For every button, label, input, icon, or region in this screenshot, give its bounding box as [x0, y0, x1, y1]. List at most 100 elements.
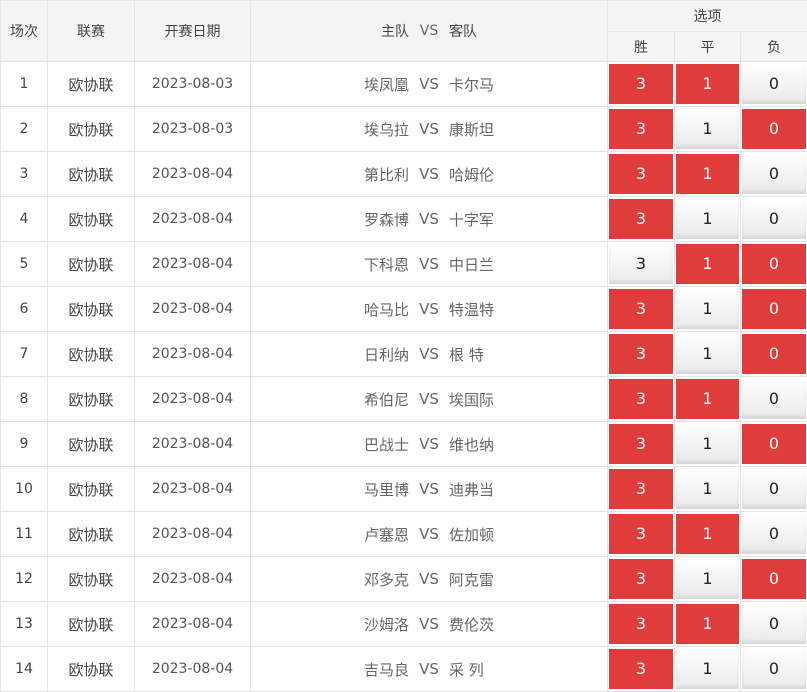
- draw-option-button[interactable]: 1: [676, 559, 739, 599]
- league-name: 欧协联: [48, 242, 135, 287]
- lose-cell: 0: [741, 197, 807, 242]
- match-date: 2023-08-04: [135, 152, 251, 197]
- match-cell: 邓多克VS阿克雷: [251, 557, 608, 602]
- lose-option-button[interactable]: 0: [742, 469, 806, 509]
- win-option-button[interactable]: 3: [609, 244, 673, 284]
- league-name: 欧协联: [48, 62, 135, 107]
- lose-option-button[interactable]: 0: [742, 424, 806, 464]
- header-match: 主队 VS 客队: [251, 1, 608, 62]
- draw-option-button[interactable]: 1: [676, 64, 739, 104]
- draw-option-button[interactable]: 1: [676, 154, 739, 194]
- draw-cell: 1: [675, 197, 741, 242]
- lose-option-button[interactable]: 0: [742, 559, 806, 599]
- win-cell: 3: [608, 287, 675, 332]
- match-teams: 埃凤凰VS卡尔马: [251, 74, 607, 95]
- table-row: 4欧协联2023-08-04罗森博VS十字军310: [1, 197, 807, 242]
- match-cell: 埃凤凰VS卡尔马: [251, 62, 608, 107]
- league-name: 欧协联: [48, 332, 135, 377]
- vs-label: VS: [409, 435, 449, 453]
- draw-option-button[interactable]: 1: [676, 289, 739, 329]
- lose-cell: 0: [741, 422, 807, 467]
- draw-cell: 1: [675, 557, 741, 602]
- table-row: 2欧协联2023-08-03埃乌拉VS康斯坦310: [1, 107, 807, 152]
- lose-option-button[interactable]: 0: [742, 244, 806, 284]
- win-option-button[interactable]: 3: [609, 109, 673, 149]
- table-row: 3欧协联2023-08-04第比利VS哈姆伦310: [1, 152, 807, 197]
- match-cell: 罗森博VS十字军: [251, 197, 608, 242]
- match-teams: 巴战士VS维也纳: [251, 434, 607, 455]
- match-teams: 卢塞恩VS佐加顿: [251, 524, 607, 545]
- lose-option-button[interactable]: 0: [742, 649, 806, 689]
- win-option-button[interactable]: 3: [609, 649, 673, 689]
- home-team: 哈马比: [321, 299, 409, 320]
- round-number: 9: [1, 422, 48, 467]
- round-number: 11: [1, 512, 48, 557]
- draw-option-button[interactable]: 1: [676, 469, 739, 509]
- draw-option-button[interactable]: 1: [676, 334, 739, 374]
- match-teams: 第比利VS哈姆伦: [251, 164, 607, 185]
- win-option-button[interactable]: 3: [609, 64, 673, 104]
- home-team: 邓多克: [321, 569, 409, 590]
- lose-option-button[interactable]: 0: [742, 64, 806, 104]
- lose-option-button[interactable]: 0: [742, 289, 806, 329]
- win-option-button[interactable]: 3: [609, 559, 673, 599]
- win-cell: 3: [608, 332, 675, 377]
- win-option-button[interactable]: 3: [609, 334, 673, 374]
- draw-option-button[interactable]: 1: [676, 514, 739, 554]
- win-option-button[interactable]: 3: [609, 514, 673, 554]
- lose-option-button[interactable]: 0: [742, 379, 806, 419]
- win-option-button[interactable]: 3: [609, 379, 673, 419]
- header-lose: 负: [741, 32, 807, 62]
- win-option-button[interactable]: 3: [609, 199, 673, 239]
- draw-cell: 1: [675, 377, 741, 422]
- vs-label: VS: [409, 480, 449, 498]
- win-cell: 3: [608, 512, 675, 557]
- lose-option-button[interactable]: 0: [742, 154, 806, 194]
- win-option-button[interactable]: 3: [609, 154, 673, 194]
- table-row: 12欧协联2023-08-04邓多克VS阿克雷310: [1, 557, 807, 602]
- win-cell: 3: [608, 377, 675, 422]
- vs-label: VS: [409, 75, 449, 93]
- round-number: 1: [1, 62, 48, 107]
- draw-option-button[interactable]: 1: [676, 244, 739, 284]
- draw-option-button[interactable]: 1: [676, 424, 739, 464]
- win-option-button[interactable]: 3: [609, 289, 673, 329]
- match-cell: 沙姆洛VS费伦茨: [251, 602, 608, 647]
- vs-label: VS: [409, 660, 449, 678]
- match-teams: 沙姆洛VS费伦茨: [251, 614, 607, 635]
- draw-option-button[interactable]: 1: [676, 199, 739, 239]
- match-teams: 哈马比VS特温特: [251, 299, 607, 320]
- lose-option-button[interactable]: 0: [742, 604, 806, 644]
- header-home: 主队: [321, 21, 409, 41]
- round-number: 10: [1, 467, 48, 512]
- lose-option-button[interactable]: 0: [742, 199, 806, 239]
- lose-cell: 0: [741, 467, 807, 512]
- vs-label: VS: [409, 165, 449, 183]
- lose-cell: 0: [741, 287, 807, 332]
- draw-option-button[interactable]: 1: [676, 604, 739, 644]
- table-row: 13欧协联2023-08-04沙姆洛VS费伦茨310: [1, 602, 807, 647]
- win-option-button[interactable]: 3: [609, 604, 673, 644]
- win-cell: 3: [608, 422, 675, 467]
- draw-cell: 1: [675, 287, 741, 332]
- draw-cell: 1: [675, 602, 741, 647]
- table-row: 9欧协联2023-08-04巴战士VS维也纳310: [1, 422, 807, 467]
- header-win: 胜: [608, 32, 675, 62]
- header-vs: VS: [409, 23, 449, 39]
- match-cell: 第比利VS哈姆伦: [251, 152, 608, 197]
- home-team: 巴战士: [321, 434, 409, 455]
- lose-option-button[interactable]: 0: [742, 514, 806, 554]
- draw-option-button[interactable]: 1: [676, 379, 739, 419]
- win-option-button[interactable]: 3: [609, 469, 673, 509]
- win-option-button[interactable]: 3: [609, 424, 673, 464]
- lose-option-button[interactable]: 0: [742, 334, 806, 374]
- lose-option-button[interactable]: 0: [742, 109, 806, 149]
- table-body: 1欧协联2023-08-03埃凤凰VS卡尔马3102欧协联2023-08-03埃…: [1, 62, 807, 692]
- draw-cell: 1: [675, 107, 741, 152]
- draw-cell: 1: [675, 62, 741, 107]
- draw-cell: 1: [675, 512, 741, 557]
- league-name: 欧协联: [48, 422, 135, 467]
- draw-option-button[interactable]: 1: [676, 109, 739, 149]
- home-team: 沙姆洛: [321, 614, 409, 635]
- draw-option-button[interactable]: 1: [676, 649, 739, 689]
